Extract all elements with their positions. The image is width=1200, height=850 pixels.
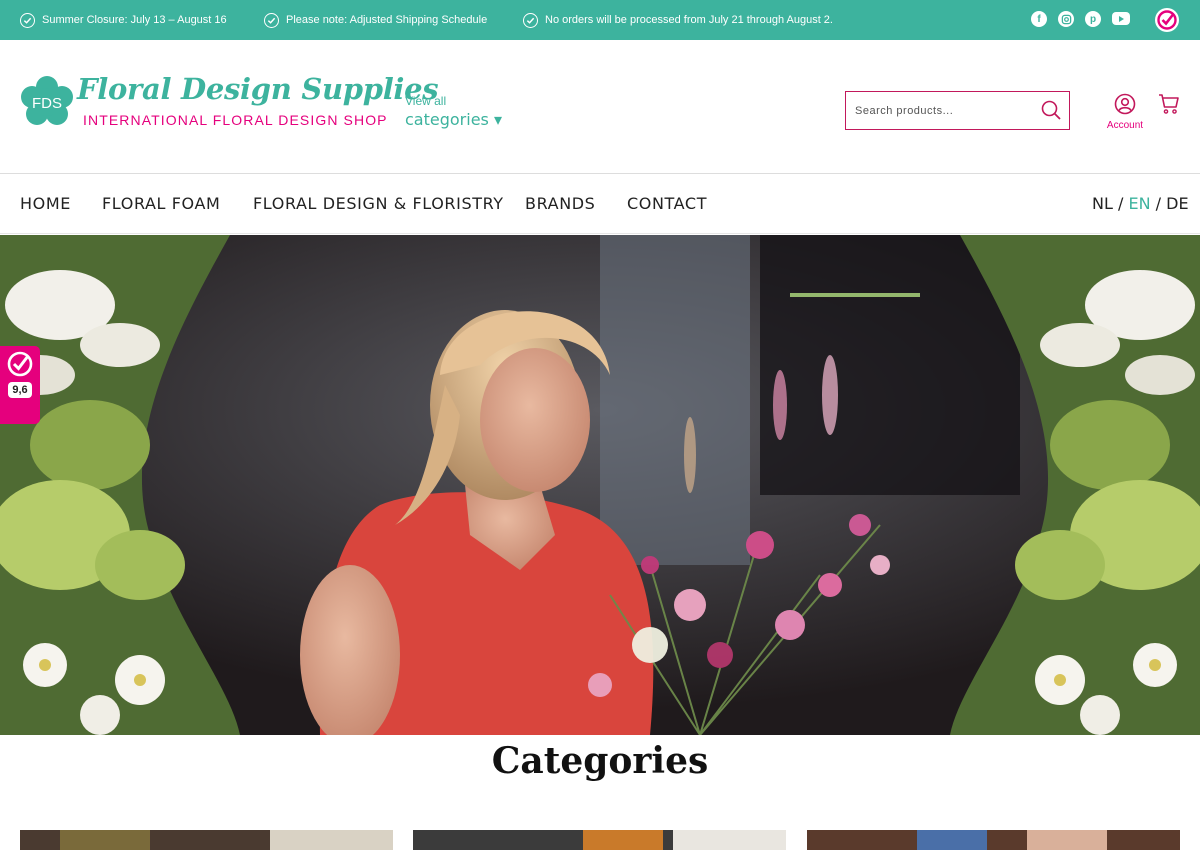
- notice-text: Summer Closure: July 13 – August 16: [42, 14, 227, 26]
- nav-item-brands[interactable]: BRANDS: [525, 194, 595, 213]
- rating-widget[interactable]: 9,6: [0, 346, 40, 424]
- notice-item: No orders will be processed from July 21…: [523, 11, 833, 29]
- notice-text: Please note: Adjusted Shipping Schedule: [286, 14, 488, 26]
- category-card[interactable]: [20, 830, 393, 850]
- pinterest-icon[interactable]: p: [1085, 11, 1101, 27]
- lang-de[interactable]: DE: [1166, 194, 1188, 213]
- lang-en[interactable]: EN: [1128, 194, 1150, 213]
- check-circle-icon: [523, 12, 538, 28]
- check-circle-icon: [264, 12, 279, 28]
- notice-item: Summer Closure: July 13 – August 16: [20, 11, 227, 29]
- account-button[interactable]: Account: [1104, 93, 1146, 131]
- check-circle-icon: [20, 12, 35, 28]
- logo-subtitle: INTERNATIONAL FLORAL DESIGN SHOP: [83, 112, 388, 128]
- category-card[interactable]: [807, 830, 1180, 850]
- nav-item-contact[interactable]: CONTACT: [627, 194, 707, 213]
- language-switcher: NL / EN / DE: [1092, 194, 1189, 213]
- trust-check-icon: [7, 351, 33, 377]
- search-input[interactable]: [855, 101, 1035, 121]
- hero-banner-image: [0, 235, 1200, 735]
- notice-item: Please note: Adjusted Shipping Schedule: [264, 11, 487, 29]
- instagram-icon[interactable]: [1058, 11, 1074, 27]
- nav-item-floral-design[interactable]: FLORAL DESIGN & FLORISTRY: [253, 194, 504, 213]
- view-all-label[interactable]: View all: [405, 94, 446, 108]
- categories-dropdown[interactable]: categories ▾: [405, 110, 502, 129]
- rating-score: 9,6: [8, 382, 32, 398]
- youtube-icon[interactable]: [1112, 12, 1130, 25]
- categories-label: categories ▾: [405, 110, 502, 129]
- lang-separator: /: [1117, 194, 1124, 213]
- notice-text: No orders will be processed from July 21…: [545, 14, 833, 26]
- lang-nl[interactable]: NL: [1092, 194, 1113, 213]
- nav-item-home[interactable]: HOME: [20, 194, 71, 213]
- logo-title[interactable]: Floral Design Supplies: [77, 72, 439, 106]
- logo-initials: FDS: [32, 95, 62, 112]
- main-nav: HOME FLORAL FOAM FLORAL DESIGN & FLORIST…: [0, 175, 1200, 234]
- section-title: Categories: [491, 740, 709, 782]
- notice-bar: Summer Closure: July 13 – August 16 Plea…: [0, 0, 1200, 40]
- search-icon[interactable]: [1041, 100, 1061, 120]
- site-header: FDS Floral Design Supplies INTERNATIONAL…: [0, 40, 1200, 174]
- cart-icon[interactable]: [1158, 93, 1180, 115]
- lang-separator: /: [1155, 194, 1162, 213]
- facebook-icon[interactable]: f: [1031, 11, 1047, 27]
- trust-badge-icon[interactable]: [1155, 8, 1179, 32]
- account-label: Account: [1106, 120, 1144, 131]
- user-icon: [1114, 93, 1136, 115]
- social-links: f p: [1031, 11, 1130, 27]
- search-box: [845, 91, 1070, 130]
- logo-flower-icon[interactable]: FDS: [20, 76, 74, 126]
- nav-item-floral-foam[interactable]: FLORAL FOAM: [102, 194, 220, 213]
- category-card[interactable]: [413, 830, 786, 850]
